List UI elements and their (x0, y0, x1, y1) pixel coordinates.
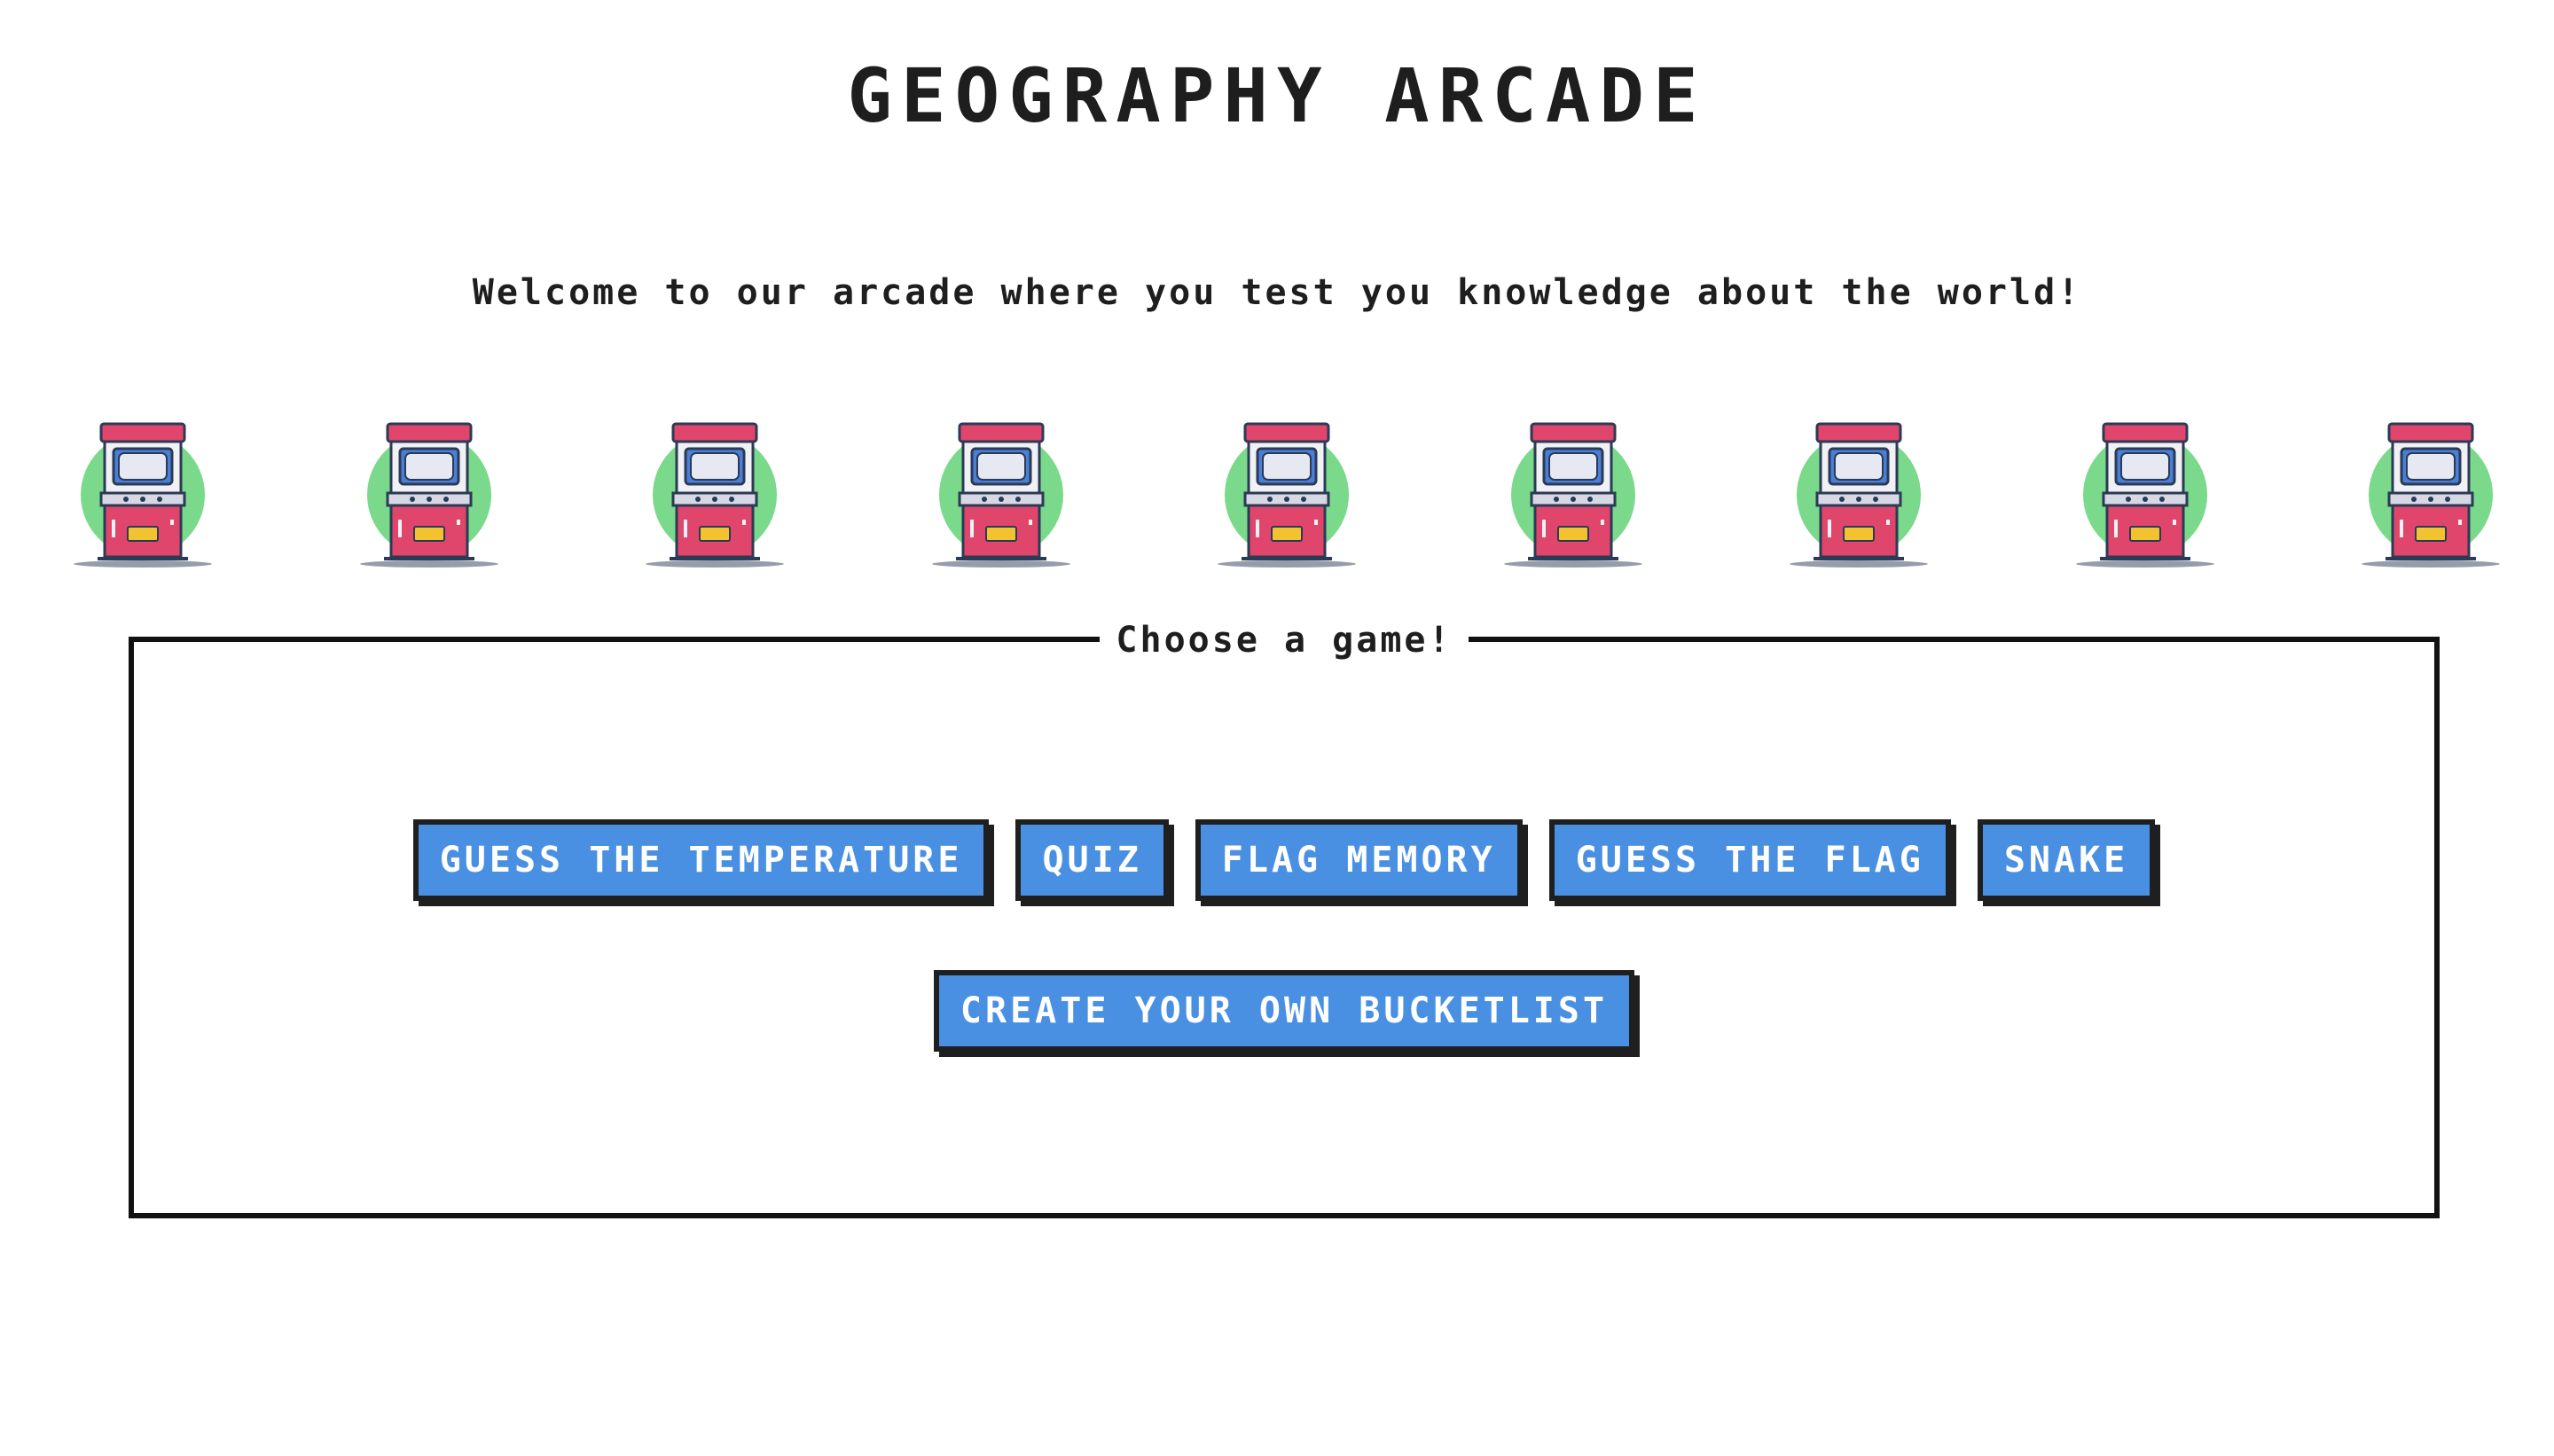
game-button-row: GUESS THE TEMPERATURE QUIZ FLAG MEMORY G… (134, 819, 2434, 901)
quiz-button[interactable]: QUIZ (1015, 819, 1169, 901)
create-bucketlist-button[interactable]: CREATE YOUR OWN BUCKETLIST (933, 970, 1635, 1052)
game-selection-legend: Choose a game! (134, 617, 2434, 663)
page-title: GEOGRAPHY ARCADE (847, 52, 1707, 139)
arcade-cabinet-icon (357, 420, 501, 571)
arcade-cabinet-icon (1501, 420, 1645, 571)
game-selection-panel: Choose a game! GUESS THE TEMPERATURE QUI… (129, 620, 2440, 1218)
arcade-cabinet-icon (1215, 420, 1359, 571)
bucketlist-button-row: CREATE YOUR OWN BUCKETLIST (134, 970, 2434, 1052)
arcade-cabinet-icon (2359, 420, 2503, 571)
arcade-cabinet-icon (643, 420, 787, 571)
welcome-text: Welcome to our arcade where you test you… (472, 272, 2082, 313)
arcade-cabinet-icon (71, 420, 215, 571)
arcade-cabinet-icon (2073, 420, 2217, 571)
snake-button[interactable]: SNAKE (1977, 819, 2156, 901)
guess-the-flag-button[interactable]: GUESS THE FLAG (1548, 819, 1951, 901)
arcade-cabinet-icon (929, 420, 1073, 571)
legend-text: Choose a game! (1100, 620, 1469, 661)
flag-memory-button[interactable]: FLAG MEMORY (1195, 819, 1523, 901)
arcade-cabinet-icon (1787, 420, 1931, 571)
arcade-cabinet-row (71, 420, 2503, 571)
guess-the-temperature-button[interactable]: GUESS THE TEMPERATURE (412, 819, 990, 901)
